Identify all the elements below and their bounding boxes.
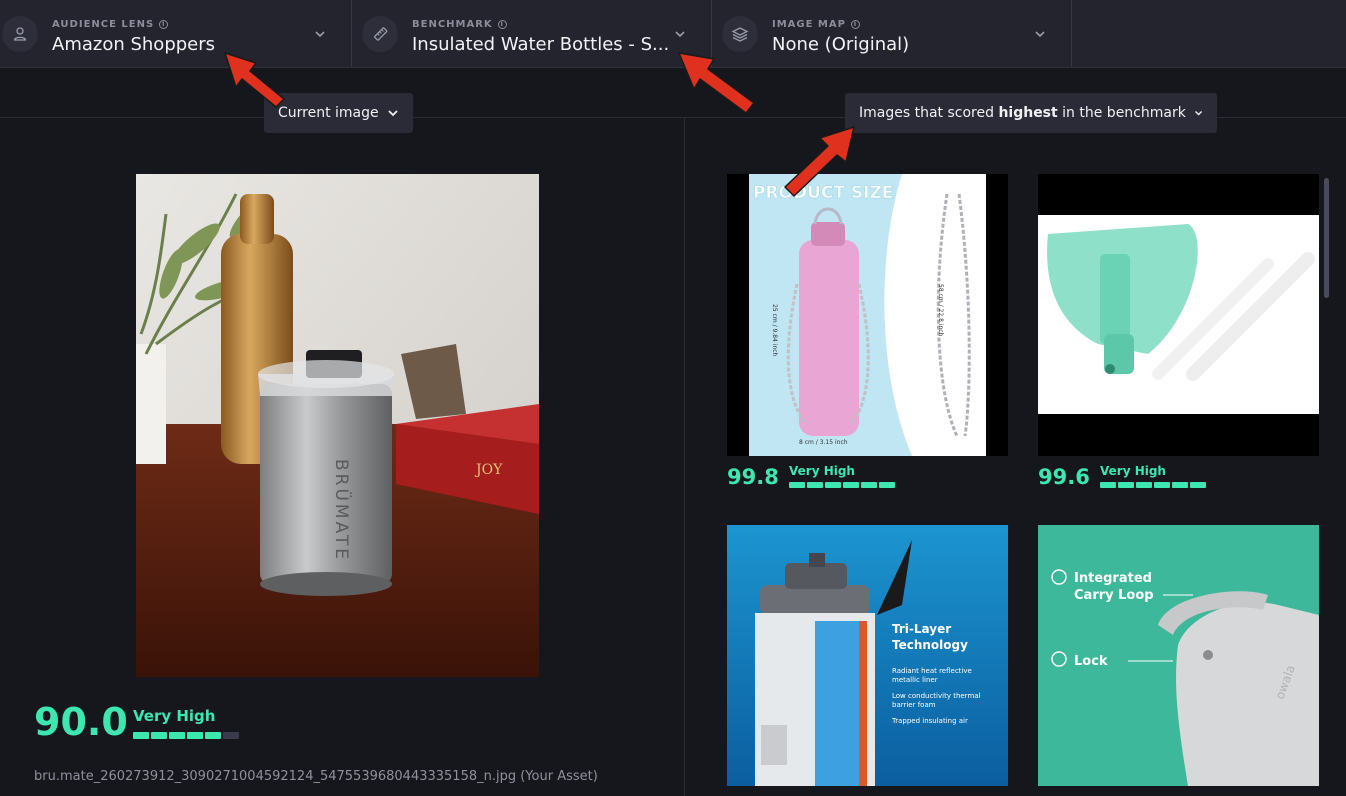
info-icon[interactable]: i — [497, 20, 507, 29]
score-bar-segment — [133, 732, 149, 739]
benchmark-value: Insulated Water Bottles - S... — [412, 34, 670, 55]
brand-engraving-text: BRÜMATE — [331, 459, 353, 562]
score-bar-segment — [1100, 482, 1116, 488]
score-bar-segment — [169, 732, 185, 739]
score-bar-segment — [861, 482, 877, 488]
chevron-down-icon — [388, 110, 398, 117]
benchmark-image-4[interactable]: Integrated Carry Loop Lock owala — [1038, 525, 1319, 786]
benchmark-bars-2 — [1100, 482, 1206, 488]
chevron-down-icon — [1035, 31, 1045, 38]
current-filename: bru.mate_260273912_3090271004592124_5475… — [34, 769, 598, 784]
benchmark-image-2[interactable] — [1038, 174, 1319, 456]
technology-text: Technology — [892, 638, 968, 652]
info-icon[interactable]: i — [850, 20, 860, 29]
audience-lens-label: AUDIENCE LENS i — [52, 19, 169, 30]
score-bar-segment — [205, 732, 221, 739]
chevron-down-icon — [675, 31, 685, 38]
score-bar-segment — [223, 732, 239, 739]
score-bar-segment — [1154, 482, 1170, 488]
width-label: 8 cm / 3.15 inch — [799, 439, 848, 446]
score-bar-segment — [1136, 482, 1152, 488]
selector-bar: AUDIENCE LENS i Amazon Shoppers BENCHMARK… — [0, 0, 1346, 68]
user-icon — [2, 16, 38, 52]
benchmark-sort-suffix: in the benchmark — [1057, 105, 1186, 121]
feature-1b-text: metallic liner — [892, 676, 938, 684]
score-bar-segment — [825, 482, 841, 488]
scrollbar[interactable] — [1324, 178, 1329, 298]
feature-1-text: Radiant heat reflective — [892, 667, 972, 675]
score-bar-segment — [807, 482, 823, 488]
score-bar-segment — [789, 482, 805, 488]
benchmark-image-1[interactable]: PRODUCT SIZE 25 cm / 9.84 inch 58 cm / 2… — [727, 174, 1008, 456]
benchmark-score-1: 99.8 — [727, 465, 779, 489]
divider — [684, 118, 685, 796]
benchmark-level-1: Very High — [789, 464, 855, 478]
feature-2b-text: barrier foam — [892, 701, 936, 709]
current-image-dropdown[interactable]: Current image — [264, 93, 413, 133]
info-icon[interactable]: i — [159, 20, 169, 29]
benchmark-score-2: 99.6 — [1038, 465, 1090, 489]
feature-2-text: Low conductivity thermal — [892, 692, 981, 700]
current-image: JOY BRÜMATE — [136, 174, 539, 677]
chevron-down-icon — [315, 31, 325, 38]
tri-layer-text: Tri-Layer — [892, 622, 951, 636]
image-map-selector[interactable]: IMAGE MAP i None (Original) — [712, 0, 1072, 67]
benchmark-bars-1 — [789, 482, 895, 488]
carry-loop-text: Carry Loop — [1074, 588, 1154, 603]
chain-label: 58 cm / 22.8 inch — [937, 284, 944, 337]
image-map-value: None (Original) — [772, 34, 910, 55]
image-map-label: IMAGE MAP i — [772, 19, 860, 30]
benchmark-sort-prefix: Images that scored — [859, 105, 999, 121]
height-label: 25 cm / 9.84 inch — [771, 304, 778, 357]
current-image-dropdown-label: Current image — [278, 105, 379, 121]
audience-lens-selector[interactable]: AUDIENCE LENS i Amazon Shoppers — [0, 0, 352, 67]
score-bar-segment — [843, 482, 859, 488]
score-bar-segment — [1172, 482, 1188, 488]
book-title-text: JOY — [474, 462, 503, 478]
current-score-bars — [133, 732, 239, 739]
product-size-title: PRODUCT SIZE — [753, 183, 893, 203]
current-level: Very High — [133, 707, 216, 725]
benchmark-level-2: Very High — [1100, 464, 1166, 478]
feature-3-text: Trapped insulating air — [891, 717, 968, 725]
current-score: 90.0 — [34, 700, 128, 744]
score-bar-segment — [1190, 482, 1206, 488]
benchmark-image-3[interactable]: Tri-Layer Technology Radiant heat reflec… — [727, 525, 1008, 786]
lock-text: Lock — [1074, 654, 1108, 669]
benchmark-sort-bold: highest — [998, 105, 1058, 121]
score-bar-segment — [151, 732, 167, 739]
ruler-icon — [362, 16, 398, 52]
score-bar-segment — [1118, 482, 1134, 488]
integrated-text: Integrated — [1074, 571, 1152, 586]
chevron-down-icon — [1194, 110, 1202, 116]
benchmark-label: BENCHMARK i — [412, 19, 507, 30]
benchmark-selector[interactable]: BENCHMARK i Insulated Water Bottles - S..… — [352, 0, 712, 67]
score-bar-segment — [879, 482, 895, 488]
audience-lens-value: Amazon Shoppers — [52, 34, 216, 55]
score-bar-segment — [187, 732, 203, 739]
layers-icon — [722, 16, 758, 52]
benchmark-sort-dropdown[interactable]: Images that scored highest in the benchm… — [845, 93, 1217, 133]
